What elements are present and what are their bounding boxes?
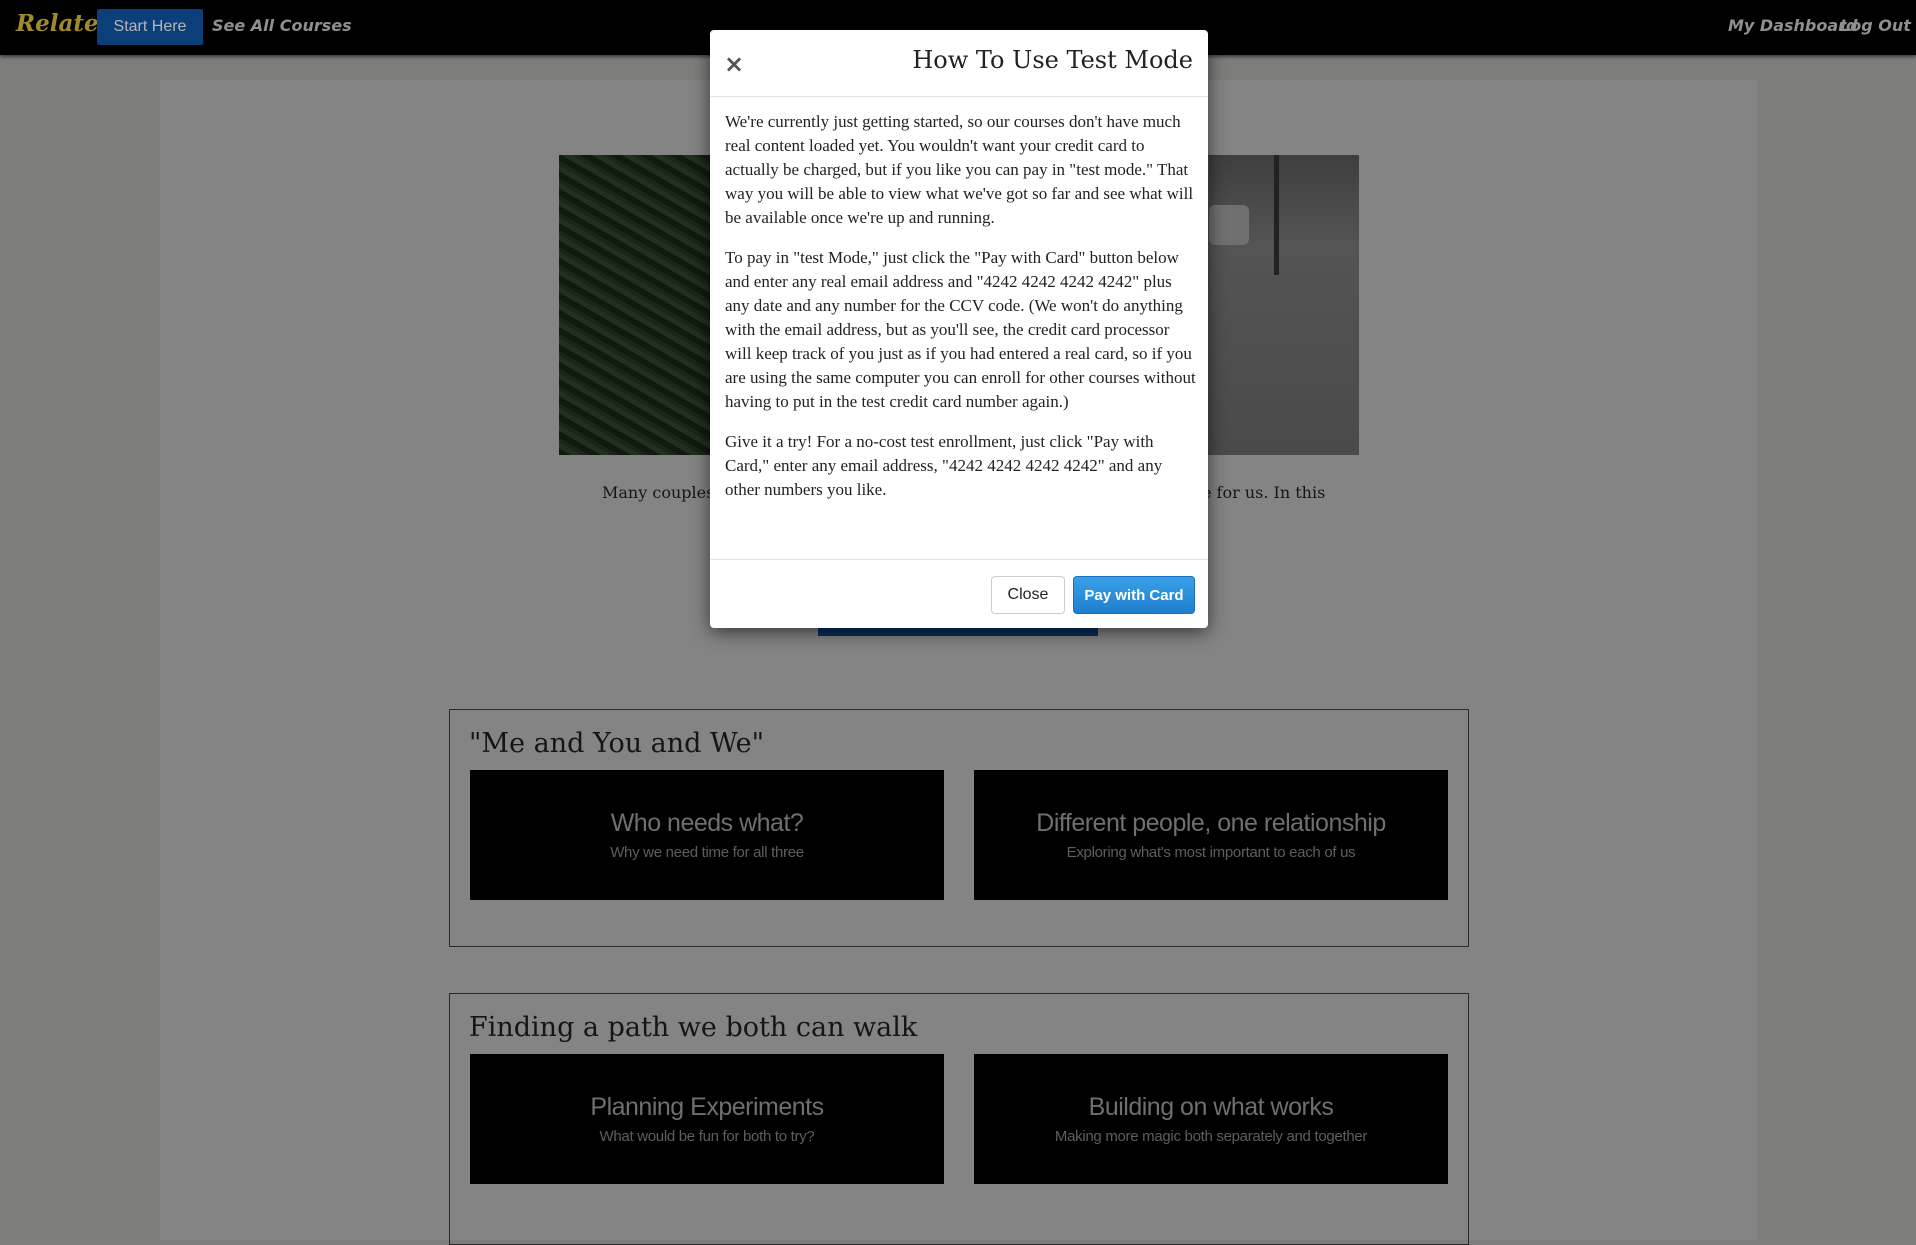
intro-text-right: e for us. In this [1202, 483, 1326, 502]
close-icon[interactable]: × [724, 50, 744, 78]
modal-footer: Close Pay with Card [710, 559, 1208, 629]
modal-header: × How To Use Test Mode [710, 30, 1208, 97]
card-title: Who needs what? [610, 809, 804, 837]
card-title: Building on what works [1088, 1093, 1334, 1121]
card-title: Different people, one relationship [1036, 809, 1386, 837]
modal-body: We're currently just getting started, so… [725, 110, 1199, 518]
pay-with-card-button[interactable]: Pay with Card [1073, 576, 1195, 614]
card-subtitle: Making more magic both separately and to… [1054, 1128, 1368, 1145]
course-card[interactable]: Building on what works Making more magic… [974, 1054, 1448, 1184]
card-subtitle: Exploring what's most important to each … [1066, 844, 1356, 861]
modal-title: How To Use Test Mode [912, 46, 1193, 74]
course-section: "Me and You and We" Who needs what? Why … [449, 709, 1469, 947]
section-title: "Me and You and We" [469, 728, 764, 759]
card-subtitle: Why we need time for all three [610, 844, 804, 861]
section-title: Finding a path we both can walk [469, 1012, 918, 1043]
see-all-courses-link[interactable]: See All Courses [212, 16, 352, 35]
hero-car [1209, 205, 1249, 245]
card-subtitle: What would be fun for both to try? [599, 1128, 815, 1145]
test-mode-modal: × How To Use Test Mode We're currently j… [710, 30, 1208, 628]
intro-text-left: Many couples s [602, 483, 728, 502]
course-card[interactable]: Different people, one relationship Explo… [974, 770, 1448, 900]
course-section: Finding a path we both can walk Planning… [449, 993, 1469, 1245]
brand-logo[interactable]: Relate! [16, 10, 109, 37]
modal-paragraph: Give it a try! For a no-cost test enroll… [725, 432, 1163, 499]
hero-pole [1274, 155, 1279, 275]
modal-paragraph: To pay in "test Mode," just click the "P… [725, 248, 1196, 411]
start-here-button[interactable]: Start Here [97, 9, 203, 45]
log-out-link[interactable]: Log Out [1840, 16, 1911, 35]
hero-road [1209, 155, 1359, 455]
course-card[interactable]: Planning Experiments What would be fun f… [470, 1054, 944, 1184]
close-button[interactable]: Close [991, 576, 1065, 614]
my-dashboard-link[interactable]: My Dashboard [1728, 16, 1858, 35]
modal-paragraph: We're currently just getting started, so… [725, 112, 1194, 227]
course-card[interactable]: Who needs what? Why we need time for all… [470, 770, 944, 900]
card-title: Planning Experiments [590, 1093, 824, 1121]
